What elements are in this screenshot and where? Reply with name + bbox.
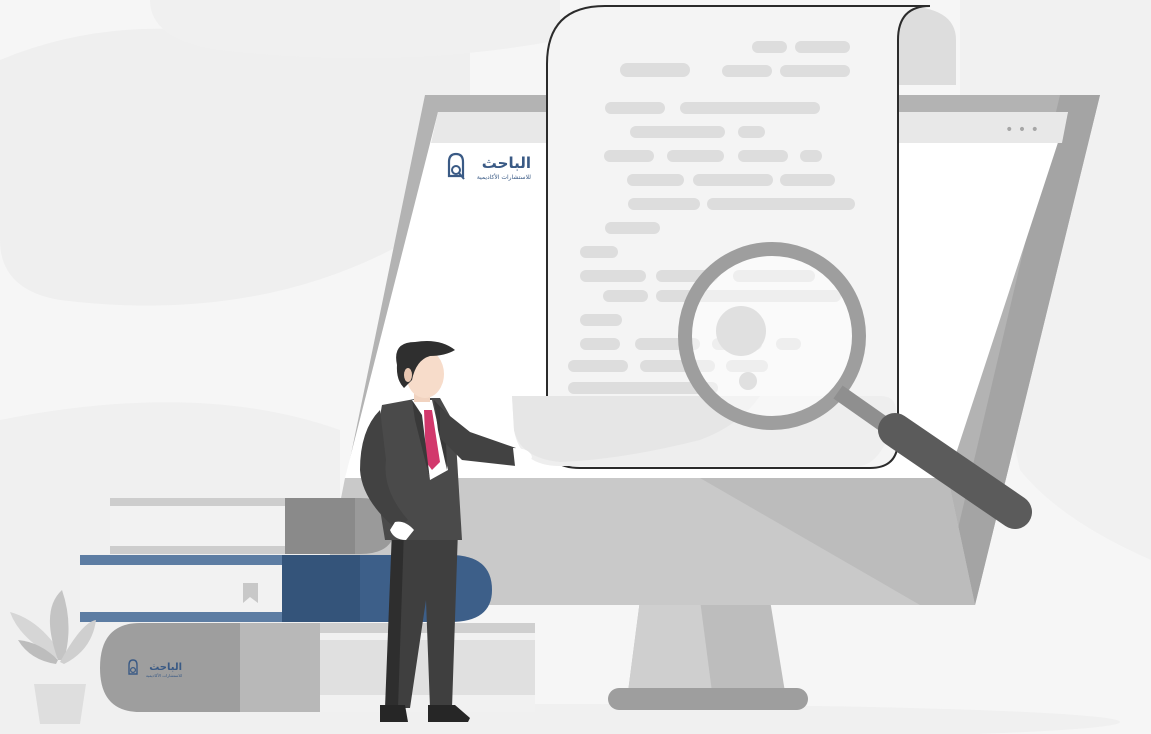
- logo-tagline: للاستشارات الأكاديمية: [477, 173, 531, 181]
- monitor-neck-highlight: [628, 600, 712, 692]
- monitor-base: [608, 688, 808, 710]
- window-dots: • • •: [1005, 122, 1039, 138]
- book-logo-tagline: للاستشارات الأكاديمية: [146, 673, 182, 678]
- logo-wordmark: الباحث: [482, 154, 531, 172]
- research-illustration: • • • الباحث للاستشارات الأكاديمية الباح…: [0, 0, 1151, 734]
- book-top: [110, 498, 395, 554]
- plant-pot: [34, 684, 86, 724]
- scroll-curl-top: [898, 6, 956, 85]
- book-logo-wordmark: الباحث: [149, 662, 182, 673]
- monitor-stand: [608, 600, 808, 710]
